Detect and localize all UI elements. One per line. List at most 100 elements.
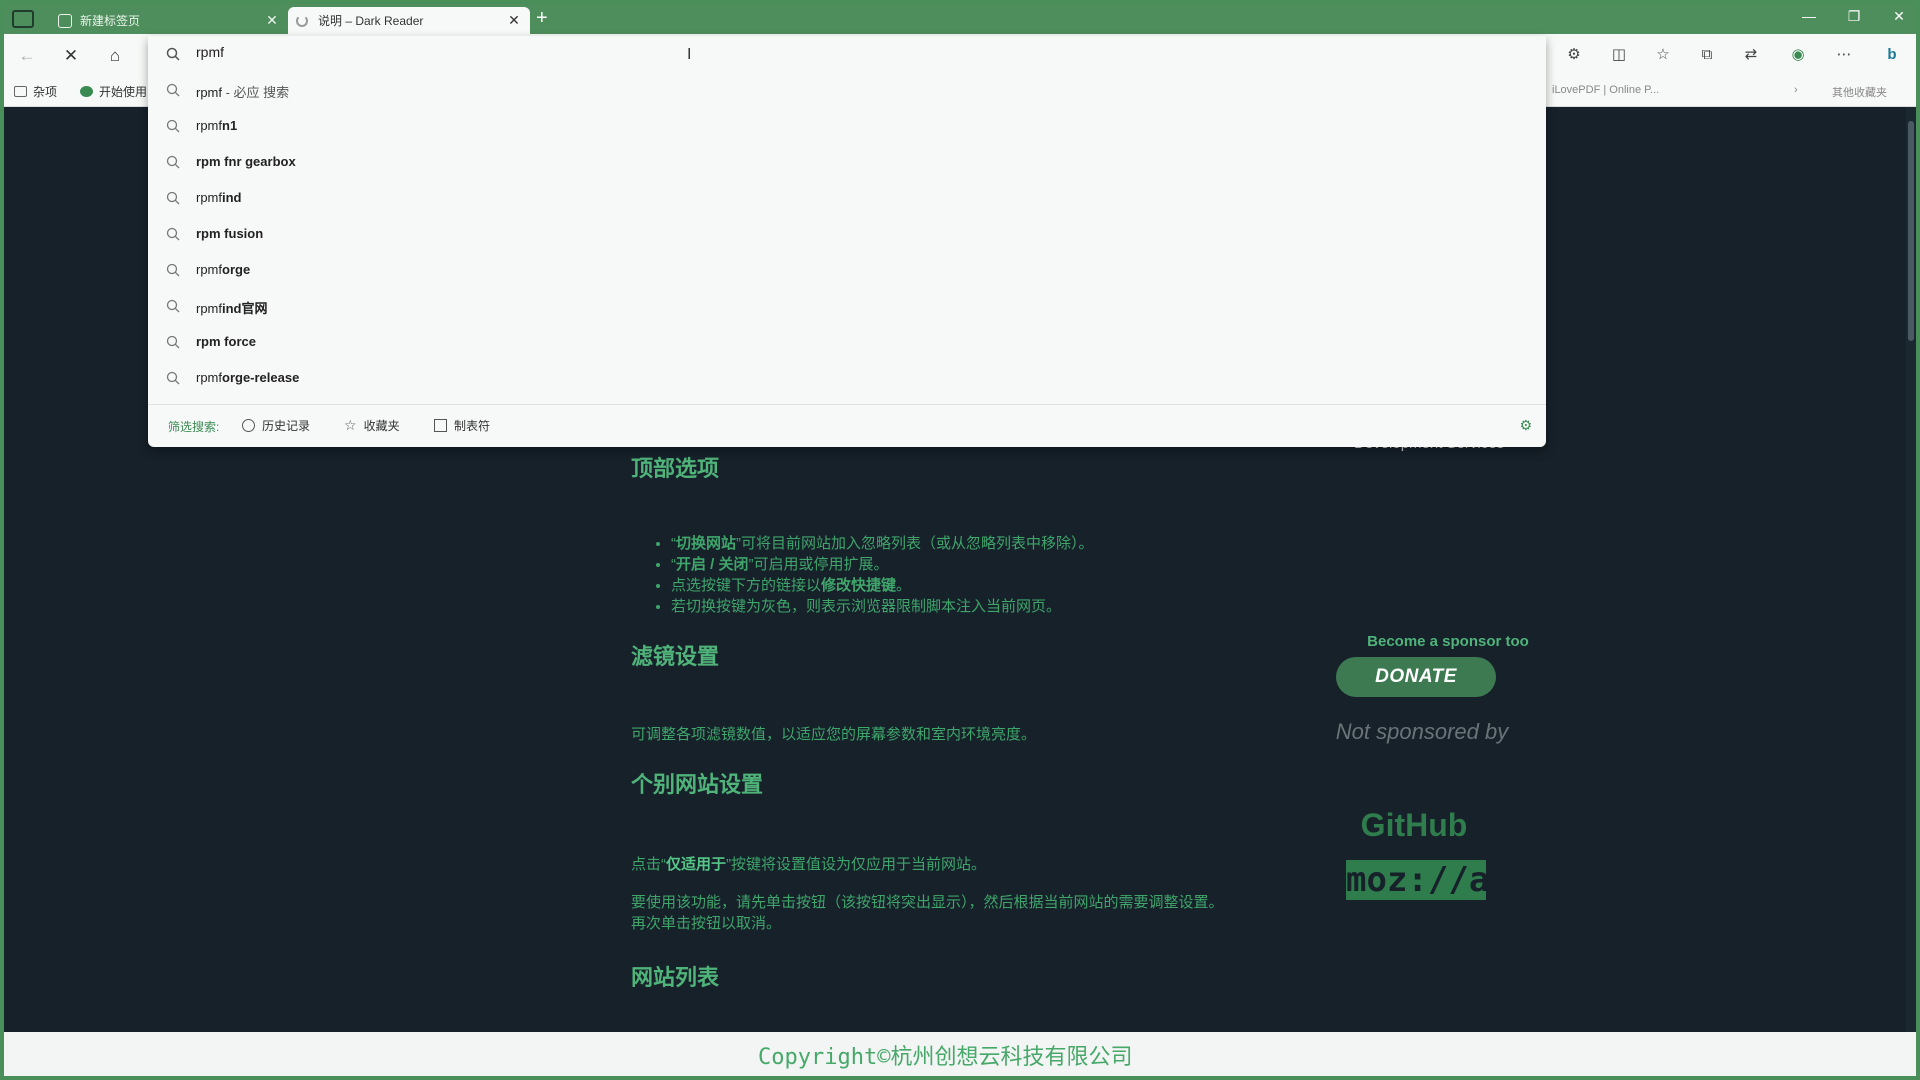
tab-new-tab[interactable]: 新建标签页 ✕ xyxy=(50,7,288,34)
folder-icon xyxy=(14,86,27,97)
address-input[interactable] xyxy=(196,44,796,60)
favorites-folder-misc[interactable]: 杂项 xyxy=(14,83,57,100)
site-settings-usage-line1: 要使用该功能，请先单击按钮（该按钮将突出显示），然后根据当前网站的需要调整设置。 xyxy=(631,894,1224,911)
star-icon: ☆ xyxy=(344,417,357,433)
suggestion-item[interactable]: rpm fusion xyxy=(148,216,1546,252)
become-sponsor-text: Become a sponsor too xyxy=(1367,633,1529,650)
list-item: 点选按键下方的链接以修改快捷键。 xyxy=(671,575,1094,596)
suggestion-item[interactable]: rpmf - 必应 搜索 xyxy=(148,72,1546,108)
edge-icon xyxy=(80,86,93,97)
suggestion-text: rpmfn1 xyxy=(196,118,238,133)
share-icon[interactable]: ⇄ xyxy=(1739,44,1763,66)
other-favorites-folder[interactable]: 其他收藏夹 xyxy=(1832,84,1887,100)
tab-dark-reader[interactable]: 说明 – Dark Reader ✕ xyxy=(288,7,530,34)
watermark-bar: Copyright©杭州创想云科技有限公司 xyxy=(4,1032,1916,1076)
home-icon[interactable]: ⌂ xyxy=(102,43,128,69)
tab-label: 新建标签页 xyxy=(80,14,141,28)
tabs-icon xyxy=(434,419,447,432)
collections-icon[interactable]: ⧉ xyxy=(1695,44,1719,66)
filter-search-label: 筛选搜索: xyxy=(168,420,220,434)
search-icon xyxy=(166,83,180,97)
search-icon xyxy=(166,299,180,313)
heading-site-settings: 个别网站设置 xyxy=(631,772,764,797)
search-icon xyxy=(166,263,180,277)
suggestion-text: rpm force xyxy=(196,334,256,349)
heading-site-list: 网站列表 xyxy=(631,965,720,990)
gear-icon[interactable]: ⚙ xyxy=(1519,417,1532,434)
list-item: “开启 / 关闭”可启用或停用扩展。 xyxy=(671,554,1094,575)
filter-tabs-button[interactable]: 制表符 xyxy=(434,417,490,434)
close-window-button[interactable]: ✕ xyxy=(1884,8,1914,25)
tab-label: 说明 – Dark Reader xyxy=(318,14,424,28)
filter-favorites-button[interactable]: ☆ 收藏夹 xyxy=(344,417,400,434)
extension-icon[interactable]: ⚙ xyxy=(1562,44,1586,66)
suggestion-text: rpm fusion xyxy=(196,226,264,241)
suggestion-item[interactable]: rpmfn1 xyxy=(148,108,1546,144)
close-tab-icon[interactable]: ✕ xyxy=(506,12,522,29)
back-icon[interactable]: ← xyxy=(14,43,40,69)
favorites-item-start[interactable]: 开始使用 xyxy=(80,83,147,100)
text-cursor-icon: I xyxy=(687,46,692,63)
suggestion-item[interactable]: rpm force xyxy=(148,324,1546,360)
mozilla-logo[interactable]: moz://a xyxy=(1346,860,1489,900)
tab-actions-icon[interactable] xyxy=(12,10,34,28)
filter-tabs-label: 制表符 xyxy=(454,419,491,433)
split-screen-icon[interactable]: ◫ xyxy=(1607,44,1631,66)
browser-window: 新建标签页 ✕ 说明 – Dark Reader ✕ + — ❐ ✕ ← ✕ ⌂… xyxy=(4,4,1916,1076)
suggestion-item[interactable]: rpmforge-release xyxy=(148,360,1546,396)
top-options-list: “切换网站”可将目前网站加入忽略列表（或从忽略列表中移除）。 “开启 / 关闭”… xyxy=(631,533,1094,617)
heading-top-options: 顶部选项 xyxy=(631,456,720,481)
search-icon xyxy=(166,155,180,169)
search-icon xyxy=(166,47,180,61)
donate-button[interactable]: DONATE xyxy=(1336,657,1496,697)
restore-button[interactable]: ❐ xyxy=(1839,8,1869,25)
address-bar: I xyxy=(148,36,1546,72)
profile-avatar-icon[interactable]: ◉ xyxy=(1786,44,1810,66)
loading-spinner-icon xyxy=(296,14,308,27)
not-sponsored-text: Not sponsored by xyxy=(1335,719,1509,744)
suggestions-footer: 筛选搜索: 历史记录 ☆ 收藏夹 制表符 ⚙ xyxy=(148,404,1546,447)
search-icon xyxy=(166,227,180,241)
github-logo[interactable]: GitHub xyxy=(1359,807,1469,844)
site-settings-usage-line2: 再次单击按钮以取消。 xyxy=(631,915,782,932)
suggestion-item[interactable]: rpmforge xyxy=(148,252,1546,288)
suggestion-text: rpmforge xyxy=(196,262,251,277)
search-icon xyxy=(166,191,180,205)
minimize-button[interactable]: — xyxy=(1794,8,1824,24)
favorite-label: 开始使用 xyxy=(99,85,148,99)
close-tab-icon[interactable]: ✕ xyxy=(264,12,280,29)
filter-favorites-label: 收藏夹 xyxy=(363,419,400,433)
filter-history-button[interactable]: 历史记录 xyxy=(242,417,310,434)
copyright-watermark: Copyright©杭州创想云科技有限公司 xyxy=(758,1045,1133,1070)
stop-loading-icon[interactable]: ✕ xyxy=(58,43,84,69)
tab-strip: 新建标签页 ✕ 说明 – Dark Reader ✕ + — ❐ ✕ xyxy=(4,4,1916,34)
list-item: “切换网站”可将目前网站加入忽略列表（或从忽略列表中移除）。 xyxy=(671,533,1094,554)
suggestion-text: rpmfind官网 xyxy=(196,301,268,316)
search-icon xyxy=(166,335,180,349)
favorites-item-ilovepdf[interactable]: iLovePDF | Online P... xyxy=(1552,84,1659,96)
suggestion-item[interactable]: rpmfind官网 xyxy=(148,288,1546,324)
suggestion-item[interactable]: rpm fnr gearbox xyxy=(148,144,1546,180)
page-scrollbar[interactable] xyxy=(1906,107,1916,1037)
favorite-label: 杂项 xyxy=(33,85,58,99)
search-icon xyxy=(166,371,180,385)
favorites-star-icon[interactable]: ☆ xyxy=(1651,44,1675,66)
new-tab-button[interactable]: + xyxy=(536,7,548,30)
site-settings-description: 点击“仅适用于”按键将设置值设为仅应用于当前网站。 xyxy=(631,856,987,873)
filter-history-label: 历史记录 xyxy=(262,419,311,433)
filter-description: 可调整各项滤镜数值，以适应您的屏幕参数和室内环境亮度。 xyxy=(631,726,1037,743)
scrollbar-thumb[interactable] xyxy=(1908,121,1914,341)
suggestion-text: rpmforge-release xyxy=(196,370,300,385)
heading-filter-settings: 滤镜设置 xyxy=(631,644,720,669)
search-icon xyxy=(166,119,180,133)
suggestion-item[interactable]: rpmfind xyxy=(148,180,1546,216)
suggestion-text: rpm fnr gearbox xyxy=(196,154,296,169)
suggestion-text: rpmfind xyxy=(196,190,242,205)
new-tab-icon xyxy=(58,13,72,28)
history-icon xyxy=(242,419,255,432)
list-item: 若切换按键为灰色，则表示浏览器限制脚本注入当前网页。 xyxy=(671,596,1094,617)
chevron-right-icon[interactable]: › xyxy=(1794,84,1798,96)
address-suggestions-dropdown: I rpmf - 必应 搜索 rpmfn1 rpm fnr gearbox rp… xyxy=(148,36,1546,447)
bing-chat-icon[interactable]: b xyxy=(1880,44,1904,66)
more-menu-icon[interactable]: ⋯ xyxy=(1832,44,1856,66)
